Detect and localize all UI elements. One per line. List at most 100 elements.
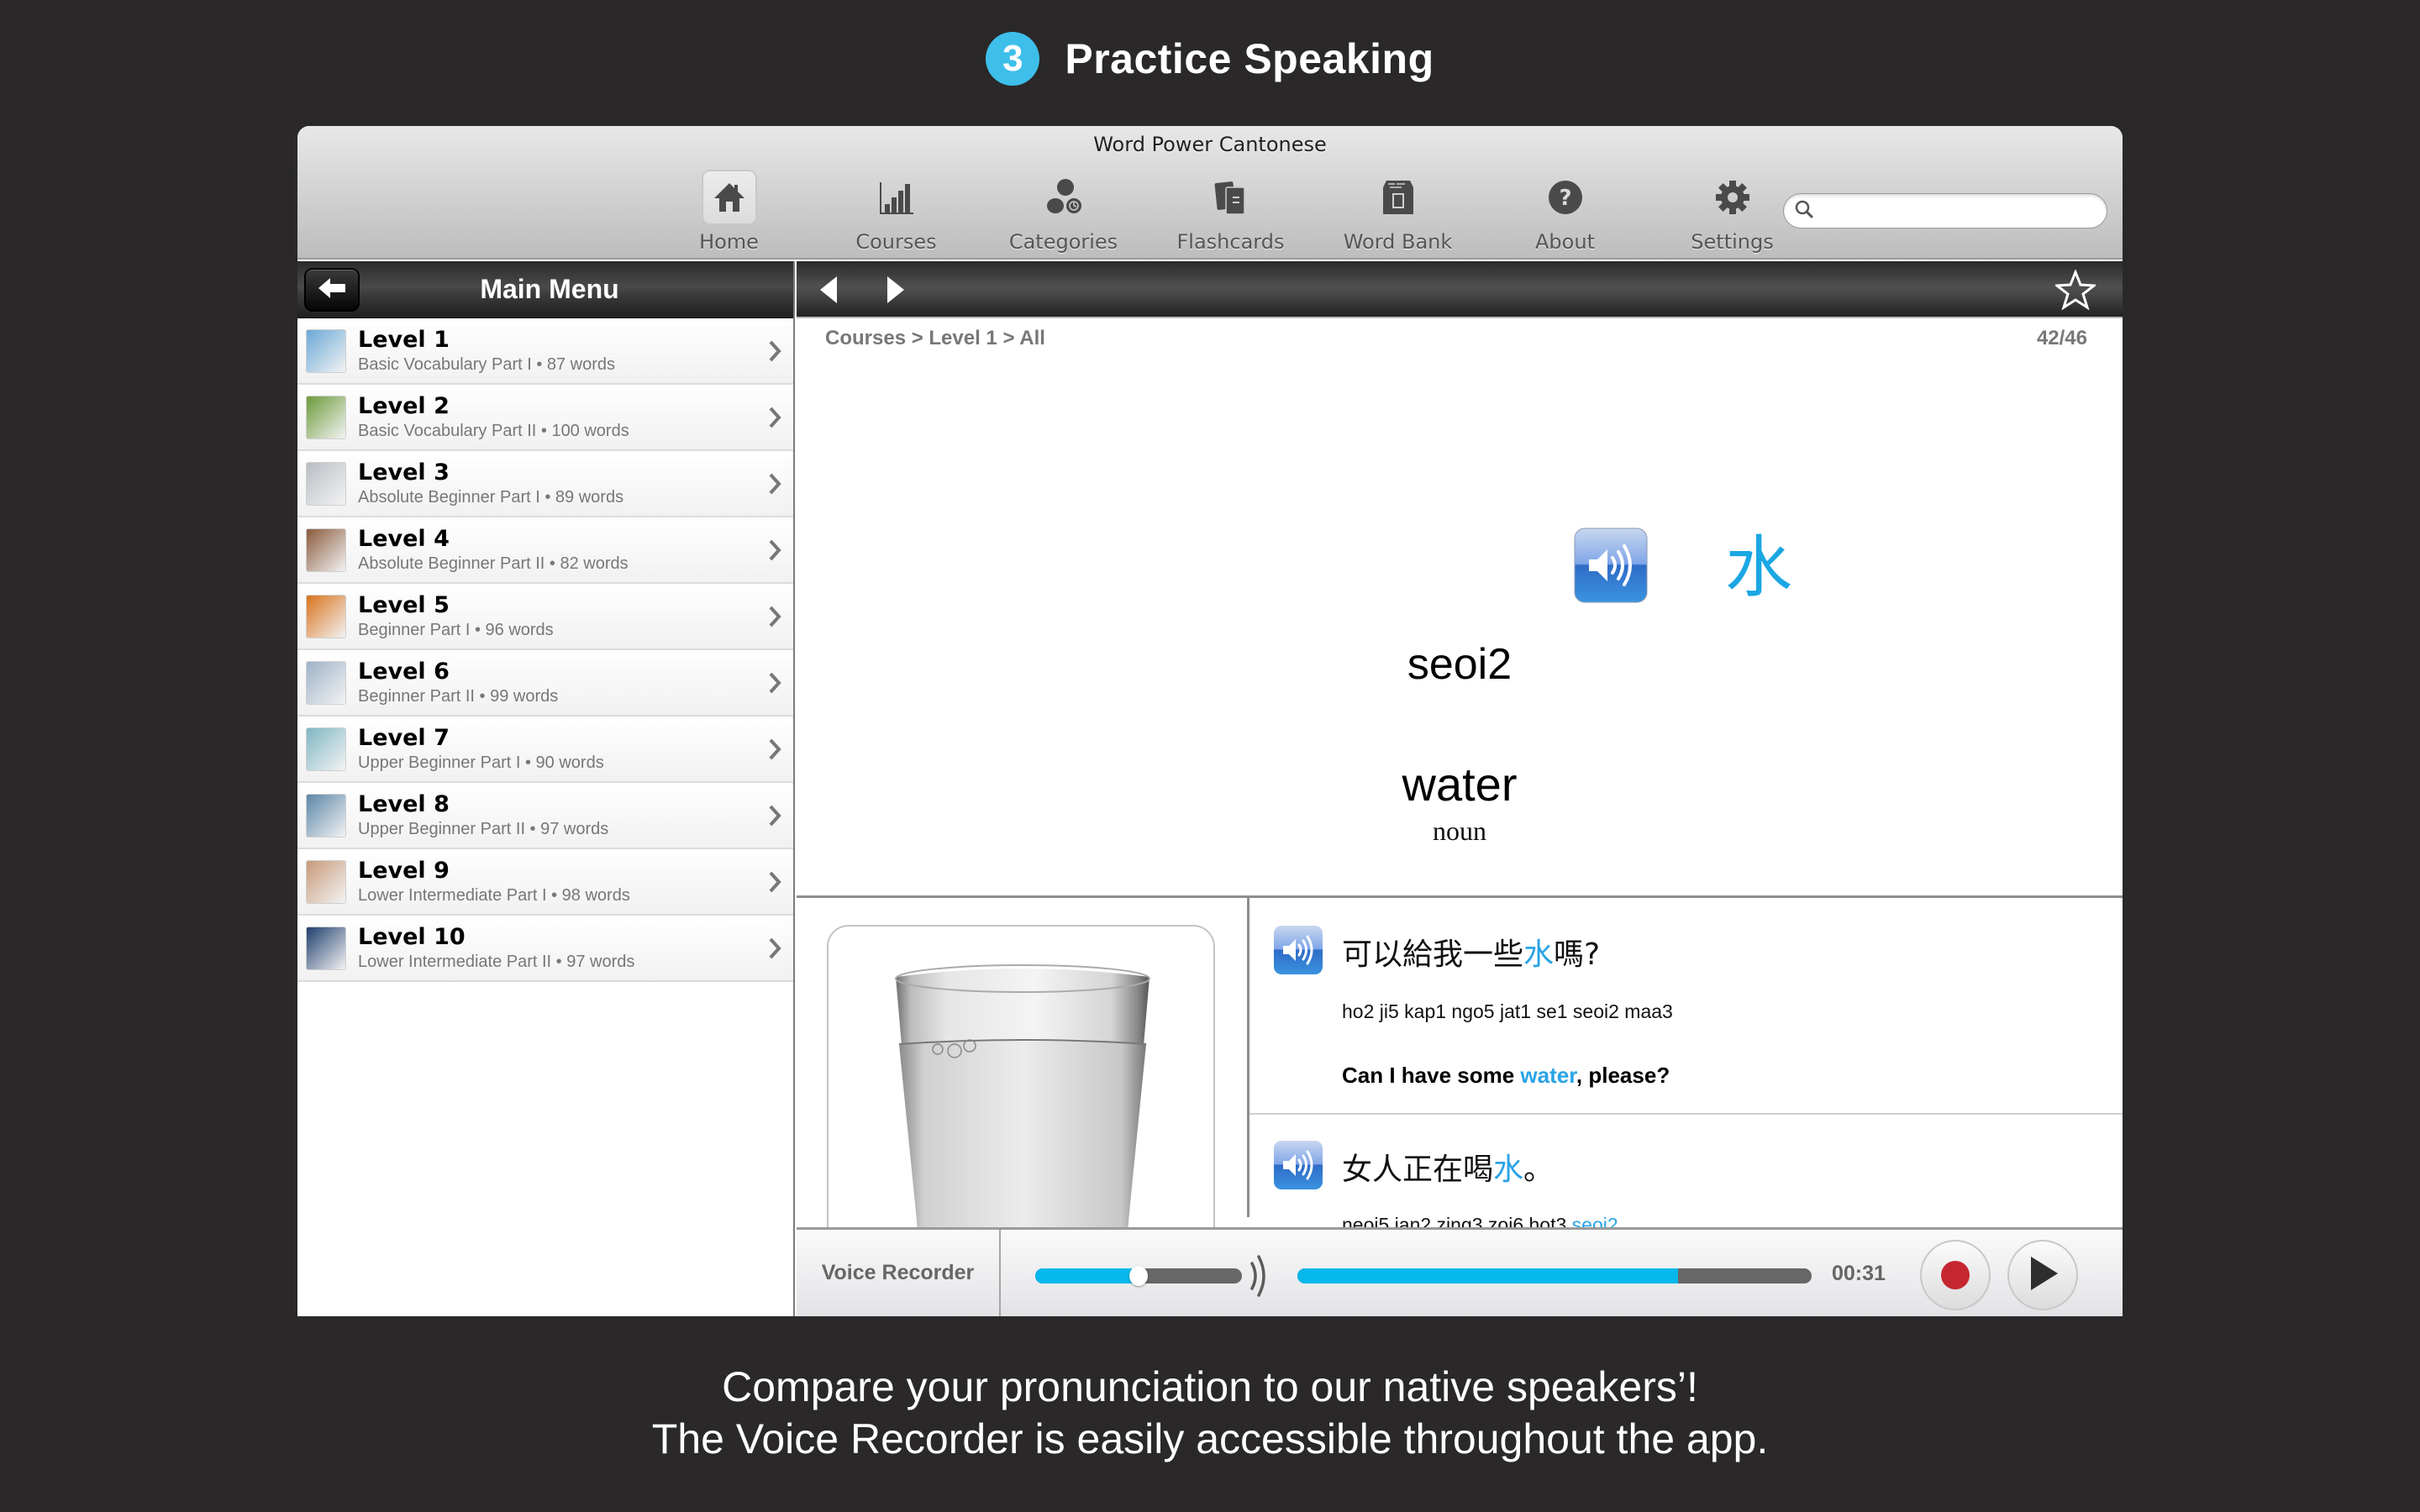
level-name: Level 4 <box>358 525 450 552</box>
level-text: Level 5 Beginner Part I • 96 words <box>358 592 554 641</box>
card-counter: 42/46 <box>2036 327 2087 349</box>
nav-courses[interactable]: Courses <box>813 166 980 254</box>
sidebar-item-level-8[interactable]: Level 8 Upper Beginner Part II • 97 words <box>297 783 793 849</box>
level-description: Upper Beginner Part II • 97 words <box>358 819 609 838</box>
level-thumbnail <box>306 461 346 506</box>
nav-home[interactable]: Home <box>645 166 813 254</box>
main-content: Courses > Level 1 > All 42/46 水 seoi2 wa… <box>797 261 2123 1316</box>
level-name: Level 10 <box>358 923 466 950</box>
level-thumbnail <box>306 727 346 771</box>
sidebar-item-level-4[interactable]: Level 4 Absolute Beginner Part II • 82 wo… <box>297 517 793 584</box>
example-sentences: 可以給我一些水嗎? ho2 ji5 kap1 ngo5 jat1 se1 seo… <box>1249 898 2123 1303</box>
content-header <box>797 261 2123 318</box>
window-title: Word Power Cantonese <box>1093 133 1327 156</box>
example-sentence: 可以給我一些水嗎? ho2 ji5 kap1 ngo5 jat1 se1 seo… <box>1249 898 2123 1088</box>
level-thumbnail <box>306 660 346 705</box>
sidebar-item-level-10[interactable]: Level 10 Lower Intermediate Part II • 97 … <box>297 916 793 982</box>
level-text: Level 6 Beginner Part II • 99 words <box>358 659 558 707</box>
back-arrow-icon <box>317 276 347 304</box>
promo-caption: Compare your pronunciation to our native… <box>651 1363 1769 1462</box>
sidebar-item-level-2[interactable]: Level 2 Basic Vocabulary Part II • 100 wo… <box>297 385 793 451</box>
sidebar-item-level-3[interactable]: Level 3 Absolute Beginner Part I • 89 wor… <box>297 451 793 517</box>
level-thumbnail <box>306 793 346 837</box>
sidebar-item-level-6[interactable]: Level 6 Beginner Part II • 99 words <box>297 650 793 717</box>
level-thumbnail <box>306 594 346 638</box>
level-name: Level 8 <box>358 790 450 817</box>
level-name: Level 5 <box>358 591 450 618</box>
level-thumbnail <box>306 395 346 439</box>
example-audio-button[interactable] <box>1273 925 1323 979</box>
playback-progress-bar[interactable] <box>1297 1268 1812 1284</box>
level-text: Level 8 Upper Beginner Part II • 97 words <box>358 791 608 840</box>
level-list: Level 1 Basic Vocabulary Part I • 87 word… <box>297 318 793 982</box>
level-thumbnail <box>306 328 346 373</box>
nav-categories[interactable]: Categories <box>980 166 1147 254</box>
level-thumbnail <box>306 926 346 970</box>
categories-icon <box>1036 170 1092 225</box>
back-button[interactable] <box>304 268 360 312</box>
promo-title: Practice Speaking <box>1065 35 1434 82</box>
volume-waves-icon <box>1247 1253 1272 1303</box>
word-audio-button[interactable] <box>1574 528 1648 607</box>
sidebar-item-level-9[interactable]: Level 9 Lower Intermediate Part I • 98 wo… <box>297 849 793 916</box>
sidebar-item-level-1[interactable]: Level 1 Basic Vocabulary Part I • 87 word… <box>297 318 793 385</box>
chevron-right-icon <box>768 340 781 366</box>
chevron-right-icon <box>768 539 781 565</box>
voice-recorder-label: Voice Recorder <box>797 1230 1001 1316</box>
nav-about[interactable]: ? About <box>1481 166 1649 254</box>
speaker-icon <box>1273 926 1323 979</box>
level-description: Lower Intermediate Part II • 97 words <box>358 952 635 971</box>
next-button[interactable] <box>886 276 906 307</box>
volume-slider[interactable] <box>1035 1266 1242 1286</box>
nav-flashcards[interactable]: Flashcards <box>1147 166 1314 254</box>
level-name: Level 2 <box>358 392 450 419</box>
record-icon <box>1941 1261 1970 1289</box>
toolbar: Word Power Cantonese Home Courses Catego… <box>297 126 2123 260</box>
level-description: Beginner Part II • 99 words <box>358 686 559 706</box>
chevron-right-icon <box>768 937 781 963</box>
svg-text:?: ? <box>1559 186 1571 211</box>
previous-button[interactable] <box>818 276 839 307</box>
word-romanization: seoi2 <box>1407 640 1512 689</box>
word-bank-icon <box>1370 170 1426 225</box>
level-description: Absolute Beginner Part I • 89 words <box>358 487 624 507</box>
question-icon: ? <box>1538 170 1593 225</box>
example-translation: Can I have some water, please? <box>1342 1063 1670 1088</box>
speaker-icon <box>1273 1141 1323 1194</box>
level-name: Level 1 <box>358 326 450 353</box>
breadcrumb: Courses > Level 1 > All <box>825 327 1045 349</box>
example-hanzi: 女人正在喝水。 <box>1342 1152 1555 1187</box>
volume-slider-thumb[interactable] <box>1129 1266 1148 1286</box>
flashcards-icon <box>1203 170 1259 225</box>
level-description: Basic Vocabulary Part II • 100 words <box>358 421 629 440</box>
level-description: Upper Beginner Part I • 90 words <box>358 753 604 772</box>
part-of-speech: noun <box>1433 816 1486 846</box>
word-translation: water <box>1402 758 1518 811</box>
level-text: Level 10 Lower Intermediate Part II • 97 … <box>358 924 634 973</box>
main-nav: Home Courses Categories Flashcards Word … <box>645 166 1816 254</box>
level-description: Basic Vocabulary Part I • 87 words <box>358 354 616 374</box>
promo-heading: 3 Practice Speaking <box>0 32 2420 86</box>
search-field[interactable] <box>1783 193 2107 228</box>
favorite-button[interactable] <box>2053 268 2098 314</box>
search-input[interactable] <box>1821 200 2107 222</box>
chevron-right-icon <box>768 407 781 433</box>
search-icon <box>1794 199 1814 223</box>
level-description: Beginner Part I • 96 words <box>358 620 554 639</box>
nav-word-bank[interactable]: Word Bank <box>1314 166 1481 254</box>
record-button[interactable] <box>1920 1240 1991 1310</box>
level-text: Level 7 Upper Beginner Part I • 90 words <box>358 725 604 774</box>
chevron-right-icon <box>768 473 781 499</box>
example-romanization: ho2 ji5 kap1 ngo5 jat1 se1 seoi2 maa3 <box>1342 1000 1673 1022</box>
example-audio-button[interactable] <box>1273 1140 1323 1194</box>
triangle-right-icon <box>886 276 906 307</box>
sidebar-header: Main Menu <box>297 261 793 318</box>
sidebar-item-level-5[interactable]: Level 5 Beginner Part I • 96 words <box>297 584 793 650</box>
triangle-left-icon <box>818 276 839 307</box>
level-name: Level 9 <box>358 857 450 884</box>
level-text: Level 9 Lower Intermediate Part I • 98 wo… <box>358 858 630 906</box>
sidebar-item-level-7[interactable]: Level 7 Upper Beginner Part I • 90 words <box>297 717 793 783</box>
level-text: Level 4 Absolute Beginner Part II • 82 wo… <box>358 526 629 575</box>
play-button[interactable] <box>2007 1240 2078 1310</box>
chevron-right-icon <box>768 738 781 764</box>
